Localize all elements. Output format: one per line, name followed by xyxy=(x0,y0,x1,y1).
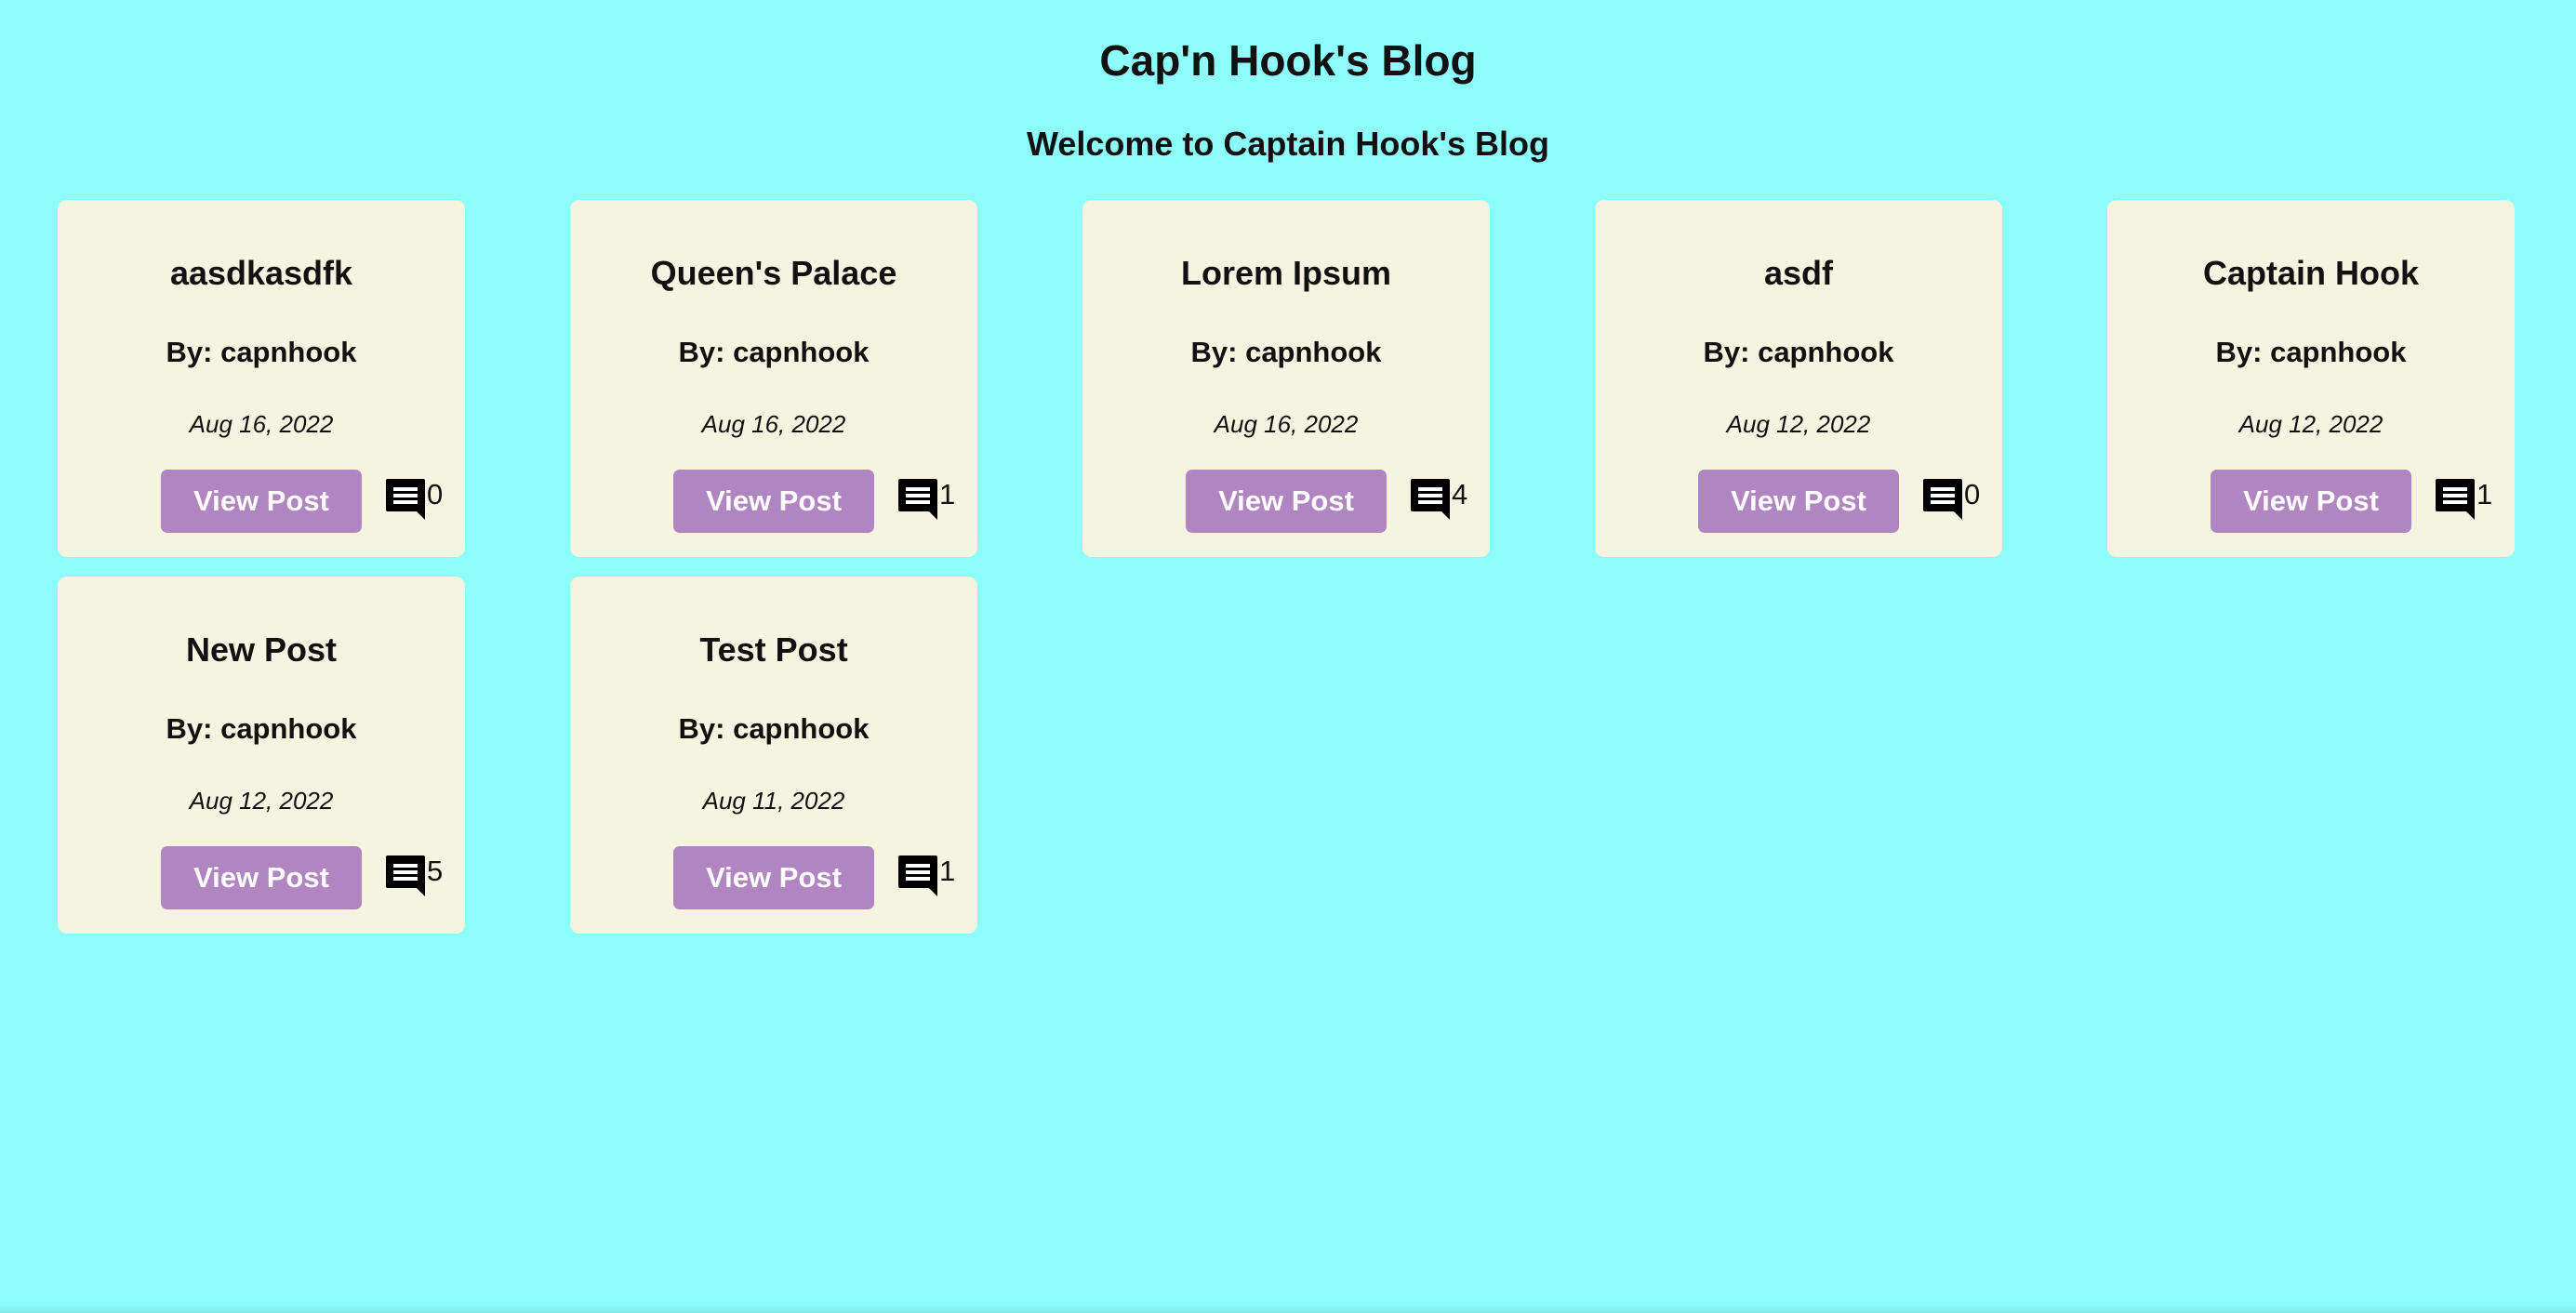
post-author: By: capnhook xyxy=(166,712,357,745)
view-post-button[interactable]: View Post xyxy=(673,470,874,533)
post-title: New Post xyxy=(185,630,338,669)
comment-count-indicator: 1 xyxy=(898,855,955,902)
comment-icon xyxy=(2436,479,2475,520)
post-card: Captain Hook By: capnhook Aug 12, 2022 V… xyxy=(2107,200,2515,557)
post-card: New Post By: capnhook Aug 12, 2022 View … xyxy=(58,577,465,934)
post-title: Lorem Ipsum xyxy=(1180,254,1392,292)
comment-count: 1 xyxy=(939,855,956,887)
comment-count: 0 xyxy=(1964,478,1981,511)
post-date: Aug 12, 2022 xyxy=(2238,410,2383,438)
view-post-button[interactable]: View Post xyxy=(1698,470,1899,533)
post-card: Queen's Palace By: capnhook Aug 16, 2022… xyxy=(570,200,977,557)
post-date: Aug 12, 2022 xyxy=(1726,410,1871,438)
comment-icon xyxy=(386,855,425,896)
view-post-button[interactable]: View Post xyxy=(673,846,874,909)
comment-count: 0 xyxy=(427,478,444,511)
view-post-button[interactable]: View Post xyxy=(161,846,362,909)
post-title: Captain Hook xyxy=(2202,254,2419,292)
blog-page: Cap'n Hook's Blog Welcome to Captain Hoo… xyxy=(0,0,2576,1313)
comment-count-indicator: 0 xyxy=(386,479,443,525)
view-post-button[interactable]: View Post xyxy=(2211,470,2411,533)
post-date: Aug 16, 2022 xyxy=(1214,410,1359,438)
comment-count: 5 xyxy=(427,855,444,887)
post-date: Aug 16, 2022 xyxy=(701,410,846,438)
post-title: Test Post xyxy=(699,630,848,669)
post-date: Aug 11, 2022 xyxy=(702,787,845,815)
welcome-heading: Welcome to Captain Hook's Blog xyxy=(1027,125,1549,163)
site-title: Cap'n Hook's Blog xyxy=(1099,36,1477,85)
post-author: By: capnhook xyxy=(678,336,870,368)
comment-count: 4 xyxy=(1452,478,1468,511)
post-author: By: capnhook xyxy=(1190,336,1382,368)
post-card: aasdkasdfk By: capnhook Aug 16, 2022 Vie… xyxy=(58,200,465,557)
comment-count-indicator: 5 xyxy=(386,855,443,902)
comment-count-indicator: 0 xyxy=(1923,479,1980,525)
post-grid: aasdkasdfk By: capnhook Aug 16, 2022 Vie… xyxy=(58,200,2515,934)
post-title: asdf xyxy=(1763,254,1834,292)
comment-count-indicator: 1 xyxy=(898,479,955,525)
comment-icon xyxy=(1411,479,1450,520)
post-card: Test Post By: capnhook Aug 11, 2022 View… xyxy=(570,577,977,934)
comment-icon xyxy=(1923,479,1962,520)
post-author: By: capnhook xyxy=(1703,336,1894,368)
bottom-shadow xyxy=(0,1304,2576,1313)
post-title: Queen's Palace xyxy=(650,254,897,292)
comment-count: 1 xyxy=(939,478,956,511)
comment-icon xyxy=(386,479,425,520)
comment-count: 1 xyxy=(2476,478,2493,511)
comment-count-indicator: 1 xyxy=(2436,479,2492,525)
view-post-button[interactable]: View Post xyxy=(161,470,362,533)
comment-icon xyxy=(898,855,937,896)
comment-icon xyxy=(898,479,937,520)
view-post-button[interactable]: View Post xyxy=(1186,470,1387,533)
post-card: Lorem Ipsum By: capnhook Aug 16, 2022 Vi… xyxy=(1082,200,1490,557)
comment-count-indicator: 4 xyxy=(1411,479,1467,525)
post-card: asdf By: capnhook Aug 12, 2022 View Post… xyxy=(1595,200,2002,557)
post-author: By: capnhook xyxy=(678,712,870,745)
post-author: By: capnhook xyxy=(2215,336,2407,368)
post-author: By: capnhook xyxy=(166,336,357,368)
post-title: aasdkasdfk xyxy=(169,254,353,292)
post-date: Aug 12, 2022 xyxy=(189,787,334,815)
post-date: Aug 16, 2022 xyxy=(189,410,334,438)
